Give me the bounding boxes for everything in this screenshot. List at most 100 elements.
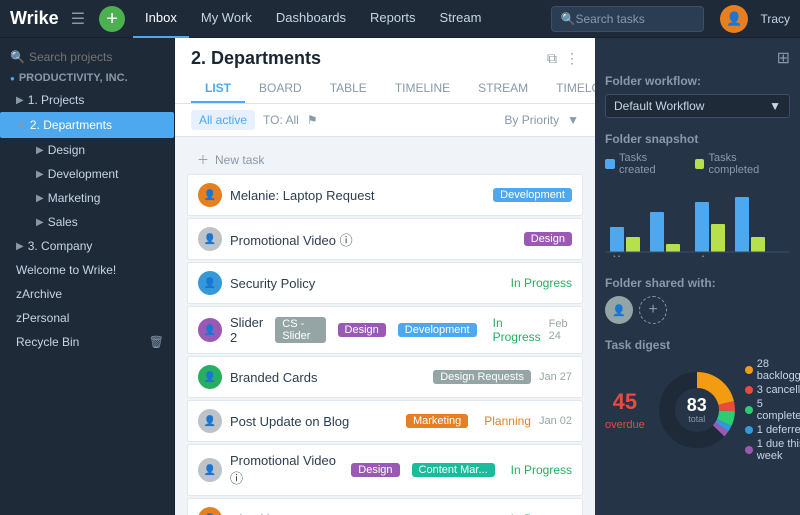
snapshot-section: Folder snapshot Tasks created Tasks comp… [605, 132, 790, 262]
shared-add-button[interactable]: + [639, 296, 667, 324]
workflow-label: Folder workflow: [605, 74, 790, 88]
overdue-label: overdue [605, 419, 645, 431]
tab-timeline[interactable]: TIMELINE [381, 75, 464, 103]
avatar: 👤 [198, 458, 222, 482]
table-row[interactable]: 👤 Promotional Video ⓘ Design [187, 218, 583, 260]
bar-created-apr [695, 202, 709, 252]
top-nav-links: Inbox My Work Dashboards Reports Stream [133, 0, 493, 38]
task-list: ＋ New task 👤 Melanie: Laptop Request Dev… [175, 137, 595, 515]
sidebar-item-zpersonal[interactable]: zPersonal [0, 306, 174, 330]
chart-area: Mar Apr [605, 182, 790, 262]
stat-dot-due-week [745, 446, 753, 454]
main-layout: 🔍 PRODUCTIVITY, INC. ▶ 1. Projects ▼ 2. … [0, 38, 800, 515]
nav-reports[interactable]: Reports [358, 0, 428, 38]
sidebar-item-company[interactable]: ▶ 3. Company [0, 234, 174, 258]
search-input[interactable] [575, 12, 695, 26]
stat-row: 5 completed [745, 398, 800, 422]
sidebar-item-welcome[interactable]: Welcome to Wrike! [0, 258, 174, 282]
avatar: 👤 [198, 507, 222, 515]
app-logo: Wrike [10, 8, 59, 29]
filter-active-btn[interactable]: All active [191, 110, 255, 130]
sidebar-item-sales[interactable]: ▶ Sales [28, 210, 174, 234]
stat-row: 1 deferred [745, 424, 800, 436]
task-status: Planning [484, 414, 531, 428]
tab-stream[interactable]: STREAM [464, 75, 542, 103]
folder-title: 2. Departments [191, 48, 321, 69]
legend-dot-blue [605, 159, 615, 169]
sidebar-search-input[interactable] [29, 50, 175, 64]
more-icon[interactable]: ⋮ [565, 50, 579, 67]
tab-timelog[interactable]: TIMELOG [542, 75, 595, 103]
stat-dot-deferred [745, 426, 753, 434]
tab-board[interactable]: BOARD [245, 75, 316, 103]
table-row[interactable]: 👤 Branded Cards Design Requests Jan 27 [187, 356, 583, 398]
task-status: In Progress [511, 463, 572, 477]
snapshot-legend: Tasks created Tasks completed [605, 152, 790, 176]
stat-dot-cancelled [745, 386, 753, 394]
table-row[interactable]: 👤 Security Policy In Progress [187, 262, 583, 304]
table-row[interactable]: 👤 Post Update on Blog Marketing Planning… [187, 400, 583, 442]
overdue-section: 45 overdue [605, 389, 645, 431]
shared-avatar: 👤 [605, 296, 633, 324]
stat-completed: 5 completed [757, 398, 800, 422]
donut-total-label: total [687, 414, 707, 424]
tab-table[interactable]: TABLE [316, 75, 381, 103]
bar-chart: Mar Apr [605, 182, 790, 257]
sidebar: 🔍 PRODUCTIVITY, INC. ▶ 1. Projects ▼ 2. … [0, 38, 175, 515]
filter-icon[interactable]: ⚑ [307, 113, 318, 127]
user-name: Tracy [760, 12, 790, 26]
menu-icon[interactable]: ☰ [71, 9, 85, 29]
task-status: In Progress [493, 316, 541, 344]
stat-backlogged: 28 backlogged [757, 358, 800, 382]
arrow-icon: ▶ [36, 169, 44, 180]
legend-completed-label: Tasks completed [708, 152, 790, 176]
nav-stream[interactable]: Stream [428, 0, 494, 38]
sidebar-item-zarchive[interactable]: zArchive [0, 282, 174, 306]
table-row[interactable]: 👤 Melanie: Laptop Request Development [187, 174, 583, 216]
stat-dot-completed [745, 406, 753, 414]
bar-created-4 [735, 197, 749, 252]
folder-filters: All active TO: All ⚑ By Priority ▼ [175, 104, 595, 137]
table-row[interactable]: 👤 Promotional Video ⓘ Design Content Mar… [187, 444, 583, 496]
sidebar-item-projects[interactable]: ▶ 1. Projects [0, 88, 174, 112]
nav-inbox[interactable]: Inbox [133, 0, 189, 38]
shared-section: Folder shared with: 👤 + [605, 276, 790, 324]
table-row[interactable]: 👤 Slider 2 CS - Slider Design Developmen… [187, 306, 583, 354]
task-date: Jan 27 [539, 371, 572, 383]
sidebar-item-recycle[interactable]: Recycle Bin 🗑 [0, 330, 174, 354]
workflow-dropdown[interactable]: Default Workflow ▼ [605, 94, 790, 118]
sort-chevron-icon[interactable]: ▼ [567, 113, 579, 127]
stat-cancelled: 3 cancelled [757, 384, 800, 396]
tag: Design Requests [433, 370, 531, 384]
new-task-label: New task [215, 153, 264, 167]
filter-to[interactable]: TO: All [263, 113, 299, 127]
sidebar-item-design[interactable]: ▶ Design [28, 138, 174, 162]
overdue-count: 45 [605, 389, 645, 415]
avatar: 👤 [198, 365, 222, 389]
stat-row: 28 backlogged [745, 358, 800, 382]
rss-icon[interactable]: ⊞ [777, 48, 790, 68]
bar-created-mar [610, 227, 624, 252]
add-button[interactable]: + [99, 6, 125, 32]
avatar[interactable]: 👤 [720, 5, 748, 33]
arrow-icon: ▼ [16, 120, 26, 131]
tab-list[interactable]: LIST [191, 75, 245, 103]
folder-tabs: LIST BOARD TABLE TIMELINE STREAM TIMELOG… [191, 75, 579, 103]
bar-completed-4 [751, 237, 765, 252]
nav-mywork[interactable]: My Work [189, 0, 264, 38]
sidebar-item-departments[interactable]: ▼ 2. Departments + [0, 112, 174, 138]
workflow-section: Folder workflow: Default Workflow ▼ [605, 74, 790, 118]
task-name: Melanie: Laptop Request [230, 188, 481, 203]
sidebar-item-development[interactable]: ▶ Development [28, 162, 174, 186]
nav-dashboards[interactable]: Dashboards [264, 0, 358, 38]
avatar: 👤 [198, 318, 222, 342]
new-task-row[interactable]: ＋ New task [187, 145, 583, 174]
sidebar-item-marketing[interactable]: ▶ Marketing [28, 186, 174, 210]
copy-icon[interactable]: ⧉ [547, 50, 557, 67]
sort-priority-btn[interactable]: By Priority [504, 113, 559, 127]
table-row[interactable]: 👤 Checking In In Progress [187, 498, 583, 515]
tag: Content Mar... [412, 463, 495, 477]
tag: Design [524, 232, 572, 246]
donut-chart: 83 total [657, 370, 737, 450]
bar-completed-apr [711, 224, 725, 252]
